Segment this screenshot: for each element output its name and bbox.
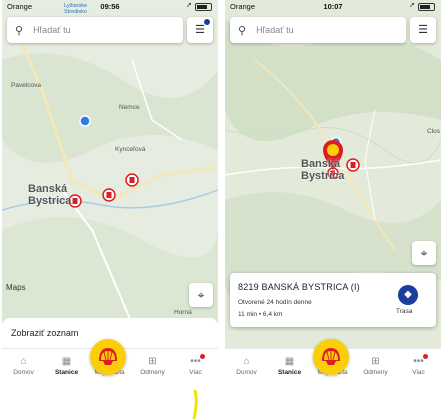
status-bar: Orange 09:56 ➚ [2,0,218,14]
map-label-city: Banská Bystrica [28,183,72,207]
gift-icon: ⊞ [371,356,380,367]
divider [219,0,223,382]
gift-icon: ⊞ [148,356,157,367]
directions-icon: ◆ [404,289,412,300]
shell-logo-button[interactable] [90,339,126,375]
user-location-dot [79,115,91,127]
more-icon: ••• [190,356,201,367]
location-arrow-icon: ➚ [409,2,415,9]
home-icon: ⌂ [20,356,27,367]
station-card[interactable]: 8219 BANSKÁ BYSTRICA (I) Otvorené 24 hod… [230,273,436,327]
location-arrow-icon: ➚ [186,2,192,9]
route-label[interactable]: Trasa [396,308,412,315]
nav-rewards[interactable]: ⊞ Odmeny [354,349,397,382]
search-placeholder: Hľadať tu [33,25,71,35]
sliders-icon: ☰ [195,24,205,36]
home-icon: ⌂ [243,356,250,367]
more-icon: ••• [413,356,424,367]
nav-more[interactable]: ••• Viac [174,349,217,382]
station-hours: Otvorené 24 hodín denne [238,299,312,306]
station-name: 8219 BANSKÁ BYSTRICA (I) [238,282,360,292]
map-icon: ▦ [61,356,72,367]
phone-screen-right: Orange 10:07 ➚ ⚲ Hľadať tu ☰ Banská Byst… [225,0,441,382]
map-label-place: Nemce [119,104,140,111]
station-distance: 11 min • 6,4 km [238,311,283,318]
nav-more[interactable]: ••• Viac [397,349,440,382]
maps-attribution: Maps [6,283,26,292]
map-label-place: Kynceľová [115,146,146,153]
search-bar[interactable]: ⚲ Hľadať tu [230,17,406,43]
battery-icon [195,3,212,11]
nav-stations[interactable]: ▦ Stanice [268,349,311,382]
shell-logo-icon [99,348,117,365]
phone-screen-left: Orange 09:56 ➚ Lyžiarske Stredisko ⚲ Hľa… [2,0,218,382]
map-label-place: Horná [174,309,192,316]
station-marker[interactable] [102,188,116,202]
nav-stations[interactable]: ▦ Stanice [45,349,88,382]
nav-home[interactable]: ⌂ Domov [225,349,268,382]
nav-home[interactable]: ⌂ Domov [2,349,45,382]
station-marker[interactable] [346,158,360,172]
shell-logo-button[interactable] [313,339,349,375]
map-label-place: Clos [427,128,441,135]
filter-button[interactable]: ☰ [187,17,213,43]
bottom-nav: ⌂Domov ▦Stanice .Moja karta ⊞Odmeny •••V… [2,339,218,382]
search-bar[interactable]: ⚲ Hľadať tu [7,17,183,43]
recenter-location-button[interactable]: ⌖ [412,241,436,265]
swipe-gesture-mark [192,390,198,420]
filter-button[interactable]: ☰ [410,17,436,43]
notification-dot [200,354,205,359]
notification-dot [423,354,428,359]
crosshair-icon: ⌖ [197,288,205,302]
crosshair-icon: ⌖ [420,246,428,260]
show-list-label: Zobraziť zoznam [11,328,79,338]
recenter-location-button[interactable]: ⌖ [189,283,213,307]
route-button[interactable]: ◆ [398,285,418,305]
map-label-place: Pavelcova [11,82,41,89]
search-placeholder: Hľadať tu [256,25,294,35]
battery-icon [418,3,435,11]
carrier-label: Orange [230,2,256,11]
sliders-icon: ☰ [418,24,428,36]
nav-rewards[interactable]: ⊞ Odmeny [131,349,174,382]
map-canvas[interactable] [2,0,218,348]
clock: 09:56 [100,2,120,11]
map-icon: ▦ [284,356,295,367]
search-icon: ⚲ [238,24,247,37]
shell-logo-icon [322,348,340,365]
status-bar: Orange 10:07 ➚ [225,0,441,14]
filter-active-dot [204,19,210,25]
carrier-label: Orange [7,2,33,11]
map-label-city: Banská Bystrica [301,158,345,182]
clock: 10:07 [323,2,343,11]
bottom-nav: ⌂Domov ▦Stanice .Moja karta ⊞Odmeny •••V… [225,339,441,382]
station-marker[interactable] [125,173,139,187]
search-icon: ⚲ [15,24,24,37]
